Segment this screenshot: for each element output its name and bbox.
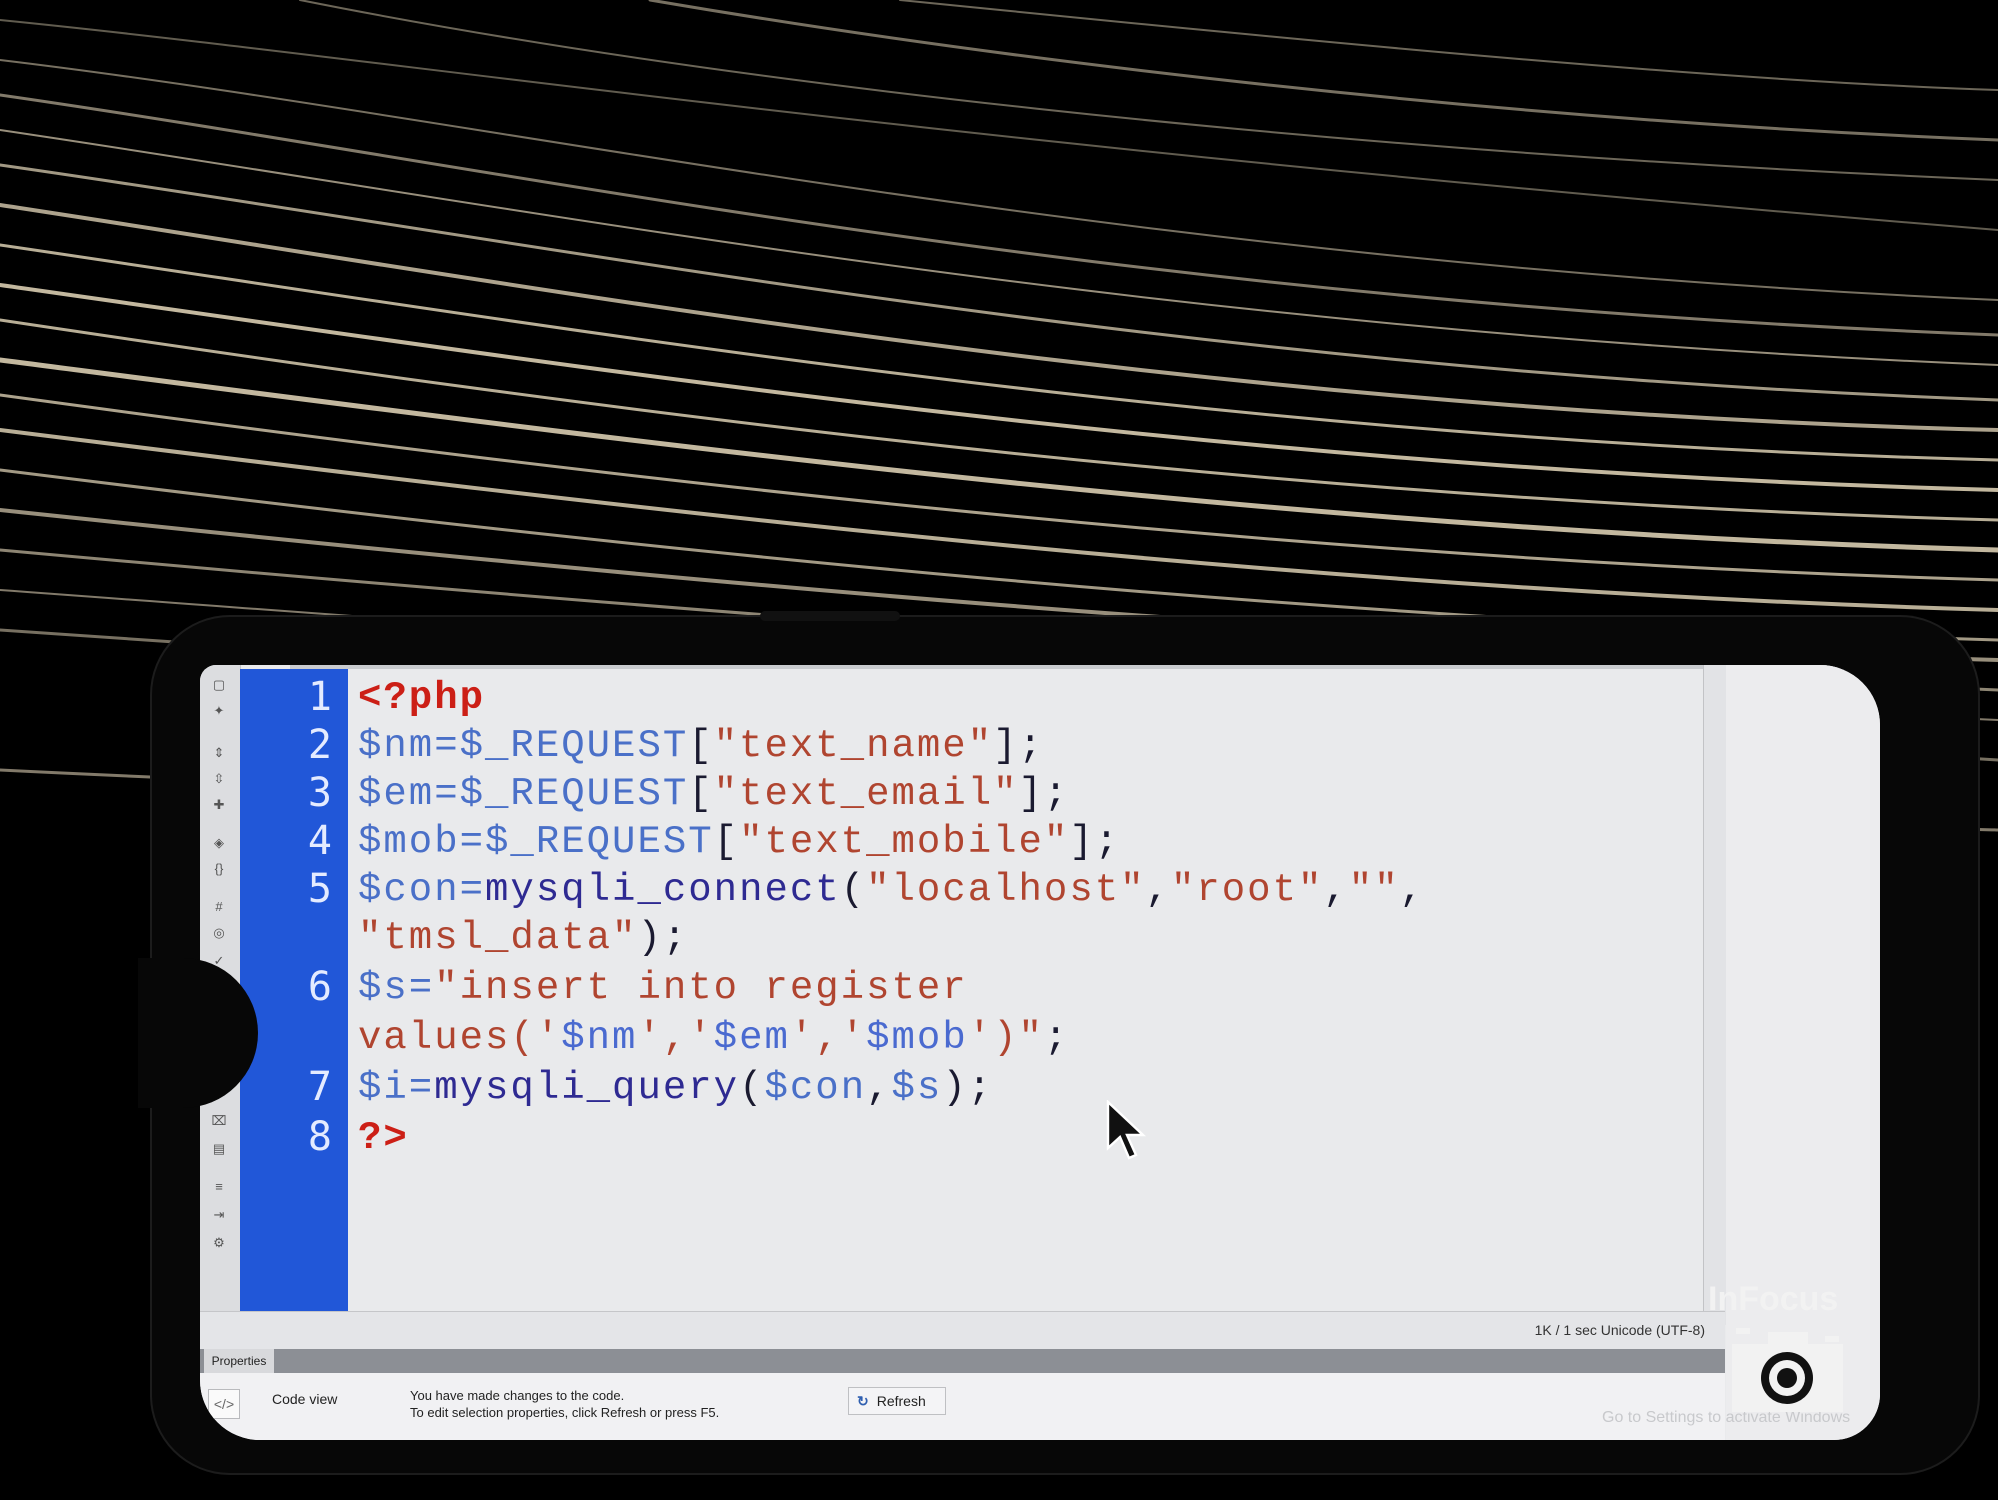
code-token: "text_email" <box>713 772 1019 816</box>
code-token: ( <box>739 1066 765 1110</box>
encoding-status: 1K / 1 sec Unicode (UTF-8) <box>1534 1322 1705 1338</box>
line-number: 5 <box>307 866 332 912</box>
line-number: 6 <box>307 964 332 1010</box>
code-token: $s= <box>358 966 435 1010</box>
refresh-icon: ↻ <box>857 1393 869 1409</box>
highlight-invalid-code-icon[interactable]: ◎ <box>210 925 228 941</box>
balance-braces-icon[interactable]: {} <box>210 861 228 877</box>
code-editor[interactable]: <?php $nm=$_REQUEST["text_name"]; $em=$_RE… <box>348 669 1703 1311</box>
code-view-icon[interactable]: </> <box>208 1389 240 1419</box>
code-token: ]; <box>993 724 1044 768</box>
code-view-label: Code view <box>272 1391 338 1407</box>
code-token: ); <box>637 916 689 960</box>
code-token: [ <box>688 772 714 816</box>
properties-panel: </> Code view You have made changes to t… <box>200 1373 1850 1440</box>
code-token: ( <box>840 868 867 912</box>
code-line: $con=mysqli_connect("localhost","root","… <box>358 867 1425 913</box>
code-token: "" <box>1348 868 1400 912</box>
code-token: , <box>866 1066 892 1110</box>
code-token: ); <box>942 1066 994 1110</box>
code-token: ',' <box>637 1016 714 1060</box>
logo-brand: InFocus <box>1708 1280 1839 1318</box>
refresh-label: Refresh <box>876 1393 926 1409</box>
line-number: 3 <box>307 770 332 816</box>
mouse-cursor-icon <box>1106 1100 1147 1160</box>
collapse-selection-icon[interactable]: ⇳ <box>210 771 228 787</box>
refresh-button[interactable]: ↻ Refresh <box>848 1387 946 1415</box>
open-documents-icon[interactable]: ▢ <box>210 677 228 693</box>
code-token: "insert into register <box>434 966 968 1010</box>
code-line: ?> <box>358 1115 409 1161</box>
code-token: $mob <box>866 1016 968 1060</box>
infocus-logo: InFocus <box>1708 1280 1858 1415</box>
code-token: , <box>1145 868 1171 912</box>
phone-screen: ▢ ✦ ⇕ ⇳ ✚ ◈ {} # ◎ ✓ ✎ ⌧ ▤ ≡ ⇥ ⚙ 1 2 3 4… <box>200 665 1880 1440</box>
code-token: ?> <box>358 1116 409 1160</box>
phone-earpiece <box>760 611 900 621</box>
code-token: ]; <box>1069 820 1121 864</box>
changes-message-line1: You have made changes to the code. <box>410 1388 625 1403</box>
code-token: $nm <box>561 1016 638 1060</box>
code-token: , <box>1323 868 1349 912</box>
changes-message: You have made changes to the code. To ed… <box>410 1387 719 1421</box>
select-parent-tag-icon[interactable]: ◈ <box>210 835 228 851</box>
status-bar: 1K / 1 sec Unicode (UTF-8) <box>200 1311 1725 1350</box>
code-token: mysqli_connect <box>485 868 841 912</box>
code-token: "tmsl_data" <box>358 916 638 960</box>
code-token: ; <box>1043 1016 1070 1060</box>
file-management-icon[interactable]: ✦ <box>210 703 228 719</box>
code-token: $con= <box>358 868 486 912</box>
editor-scrollbar[interactable] <box>1703 665 1726 1325</box>
code-token: "text_name" <box>713 724 994 768</box>
line-number: 7 <box>307 1064 332 1110</box>
move-css-icon[interactable]: ≡ <box>210 1179 228 1195</box>
code-line: $s="insert into register <box>358 965 968 1011</box>
code-line: values('$nm','$em','$mob')"; <box>358 1015 1069 1061</box>
code-line: $i=mysqli_query($con,$s); <box>358 1065 993 1111</box>
code-line: $mob=$_REQUEST["text_mobile"]; <box>358 819 1120 865</box>
code-line: <?php <box>358 675 485 721</box>
code-token: [ <box>688 724 714 768</box>
code-token: "localhost" <box>866 868 1146 912</box>
code-token: ',' <box>789 1016 867 1060</box>
code-token: $mob=$_REQUEST <box>358 820 714 864</box>
code-token: "text_mobile" <box>739 820 1070 864</box>
tab-properties[interactable]: Properties <box>204 1349 274 1373</box>
code-token: [ <box>713 820 740 864</box>
code-token: $s <box>891 1066 943 1110</box>
properties-tab-bar: Properties <box>200 1349 1725 1373</box>
line-number: 4 <box>307 818 332 864</box>
code-token: $em <box>713 1016 790 1060</box>
line-number: 8 <box>307 1114 332 1160</box>
expand-all-icon[interactable]: ✚ <box>210 797 228 813</box>
line-number-gutter: 1 2 3 4 5 6 7 8 <box>240 669 348 1311</box>
code-token: , <box>1399 868 1426 912</box>
code-token: $con <box>764 1066 867 1110</box>
line-numbers-icon[interactable]: # <box>210 899 228 915</box>
code-line: $nm=$_REQUEST["text_name"]; <box>358 723 1044 769</box>
line-number: 1 <box>307 674 332 720</box>
code-token: $i= <box>358 1066 435 1110</box>
code-token: $em=$_REQUEST <box>358 772 689 816</box>
code-token: $nm=$_REQUEST <box>358 724 689 768</box>
code-token: values(' <box>358 1016 562 1060</box>
code-token: "root" <box>1170 868 1324 912</box>
code-line: "tmsl_data"); <box>358 915 688 961</box>
code-token: ')" <box>967 1016 1044 1060</box>
line-number: 2 <box>307 722 332 768</box>
collapse-full-tag-icon[interactable]: ⇕ <box>210 745 228 761</box>
code-token: <?php <box>358 676 486 720</box>
code-token: ]; <box>1018 772 1070 816</box>
camera-icon <box>1732 1328 1843 1412</box>
changes-message-line2: To edit selection properties, click Refr… <box>410 1405 720 1420</box>
code-line: $em=$_REQUEST["text_email"]; <box>358 771 1069 817</box>
code-token: mysqli_query <box>434 1066 740 1110</box>
wrap-tag-icon[interactable]: ⌧ <box>210 1113 228 1129</box>
recent-snippets-icon[interactable]: ▤ <box>210 1141 228 1157</box>
format-source-icon[interactable]: ⚙ <box>210 1235 228 1251</box>
indent-code-icon[interactable]: ⇥ <box>210 1207 228 1223</box>
